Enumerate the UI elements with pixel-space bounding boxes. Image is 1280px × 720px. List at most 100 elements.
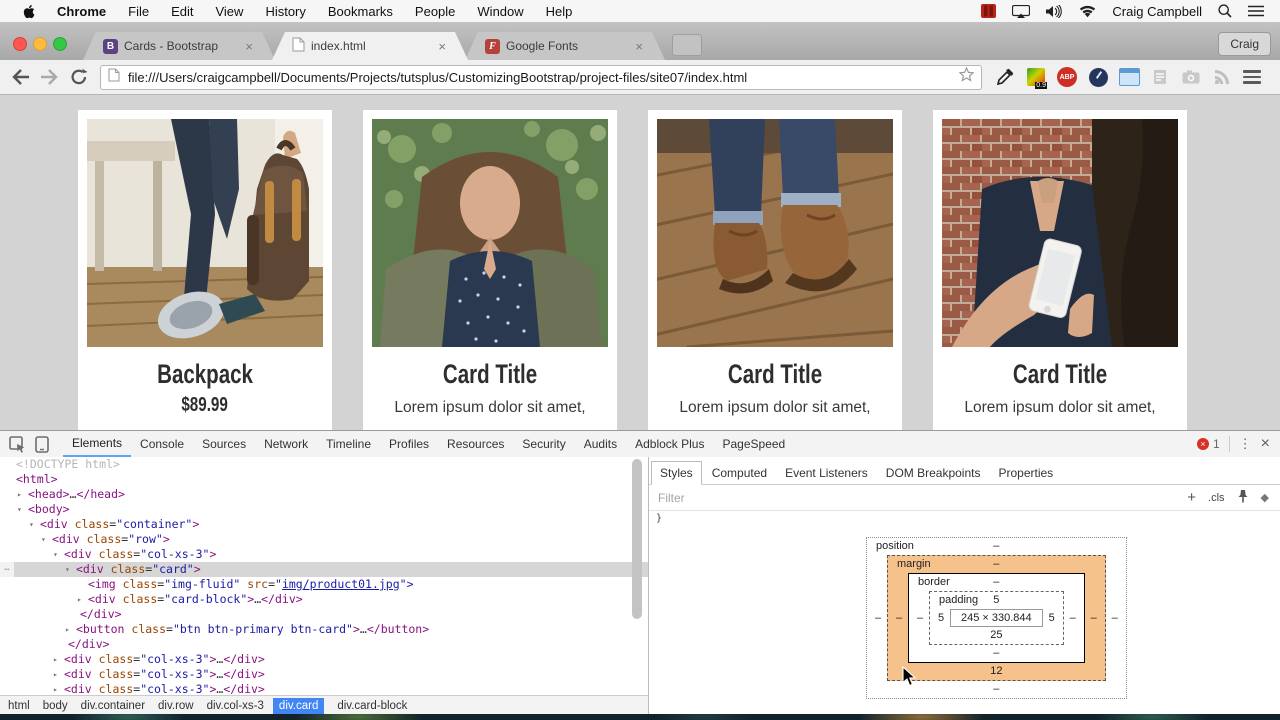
- back-button[interactable]: [10, 68, 30, 86]
- devtools-tab-network[interactable]: Network: [255, 432, 317, 456]
- expand-arrow-right-icon[interactable]: ▸: [65, 622, 70, 637]
- camera-extension-icon[interactable]: [1180, 66, 1202, 88]
- apple-menu-icon[interactable]: [22, 4, 35, 19]
- url-input[interactable]: [126, 68, 952, 86]
- expand-arrow-right-icon[interactable]: ▸: [17, 487, 22, 502]
- dom-tree-row[interactable]: … ▾ <div class="card">: [0, 562, 648, 577]
- window-zoom-button[interactable]: [53, 37, 67, 51]
- sidebar-tab-dom-breakpoints[interactable]: DOM Breakpoints: [878, 462, 989, 484]
- expand-arrow-down-icon[interactable]: ▾: [53, 547, 58, 562]
- tab-close-icon[interactable]: ×: [633, 39, 645, 54]
- expand-arrow-down-icon[interactable]: ▾: [65, 562, 70, 577]
- forward-button[interactable]: [40, 68, 60, 86]
- expand-arrow-down-icon[interactable]: ▾: [17, 502, 22, 517]
- dom-tree-row[interactable]: <html>: [0, 472, 648, 487]
- breadcrumb-div-container[interactable]: div.container: [81, 700, 145, 712]
- menu-item-window[interactable]: Window: [477, 4, 523, 19]
- breadcrumb-html[interactable]: html: [8, 700, 30, 712]
- device-toolbar-icon[interactable]: [35, 435, 49, 453]
- devtools-tab-resources[interactable]: Resources: [438, 432, 513, 456]
- document-extension-icon[interactable]: [1149, 66, 1171, 88]
- notification-center-icon[interactable]: [1248, 5, 1264, 17]
- wifi-icon[interactable]: [1079, 5, 1096, 18]
- devtools-close-icon[interactable]: ×: [1261, 435, 1270, 453]
- dom-tree-row[interactable]: ▾ <div class="col-xs-3">: [0, 547, 648, 562]
- padding-left-value[interactable]: 5: [932, 612, 950, 624]
- window-minimize-button[interactable]: [33, 37, 47, 51]
- dom-tree-row[interactable]: <!DOCTYPE html>: [0, 457, 648, 472]
- devtools-tab-adblock-plus[interactable]: Adblock Plus: [626, 432, 713, 456]
- tab-close-icon[interactable]: ×: [436, 39, 448, 54]
- spotlight-search-icon[interactable]: [1218, 4, 1232, 18]
- bookmark-star-icon[interactable]: [958, 66, 975, 87]
- menu-item-bookmarks[interactable]: Bookmarks: [328, 4, 393, 19]
- airplay-display-icon[interactable]: [1012, 4, 1031, 18]
- breadcrumb-div-card-block[interactable]: div.card-block: [337, 700, 407, 712]
- pagespeed-gauge-extension-icon[interactable]: [1087, 66, 1109, 88]
- dom-tree-row[interactable]: ▸ <div class="col-xs-3">…</div>: [0, 652, 648, 667]
- breadcrumb-body[interactable]: body: [43, 700, 68, 712]
- dom-tree-row[interactable]: ▸ <head>…</head>: [0, 487, 648, 502]
- border-top-value[interactable]: –: [993, 576, 999, 588]
- border-right-value[interactable]: –: [1064, 612, 1082, 624]
- devtools-tab-elements[interactable]: Elements: [63, 431, 132, 457]
- element-classes-toggle[interactable]: .cls: [1208, 492, 1225, 504]
- position-right-value[interactable]: –: [1106, 612, 1124, 624]
- devtools-menu-icon[interactable]: ⋮: [1239, 436, 1252, 452]
- product-card-2[interactable]: Card Title Lorem ipsum dolor sit amet,: [363, 110, 617, 430]
- new-tab-button[interactable]: [672, 34, 702, 56]
- border-left-value[interactable]: –: [911, 612, 929, 624]
- dom-tree-row[interactable]: ▸ <div class="col-xs-3">…</div>: [0, 667, 648, 682]
- sidebar-tab-computed[interactable]: Computed: [704, 462, 775, 484]
- expand-arrow-right-icon[interactable]: ▸: [53, 652, 58, 667]
- menu-item-edit[interactable]: Edit: [171, 4, 193, 19]
- breadcrumb-div-row[interactable]: div.row: [158, 700, 194, 712]
- expand-arrow-right-icon[interactable]: ▸: [53, 667, 58, 682]
- devtools-tab-audits[interactable]: Audits: [575, 432, 626, 456]
- dom-tree-row[interactable]: </div>: [0, 637, 648, 652]
- box-model-content[interactable]: 245 × 330.844: [950, 609, 1043, 627]
- devtools-tab-sources[interactable]: Sources: [193, 432, 255, 456]
- devtools-tab-console[interactable]: Console: [131, 432, 193, 456]
- window-close-button[interactable]: [13, 37, 27, 51]
- position-left-value[interactable]: –: [869, 612, 887, 624]
- screen-recording-icon[interactable]: [981, 4, 997, 18]
- reload-button[interactable]: [70, 68, 88, 86]
- menubar-username[interactable]: Craig Campbell: [1112, 4, 1202, 19]
- new-style-rule-icon[interactable]: +: [1187, 489, 1196, 506]
- menu-item-help[interactable]: Help: [546, 4, 573, 19]
- browser-tab-cards-bootstrap[interactable]: B Cards - Bootstrap ×: [83, 32, 275, 60]
- profile-button[interactable]: Craig: [1218, 32, 1271, 56]
- dom-tree-row[interactable]: ▸ <div class="card-block">…</div>: [0, 592, 648, 607]
- menu-item-view[interactable]: View: [215, 4, 243, 19]
- menu-item-chrome[interactable]: Chrome: [57, 4, 106, 19]
- browser-tab-index-html[interactable]: index.html ×: [272, 32, 468, 60]
- volume-icon[interactable]: [1046, 4, 1063, 18]
- adblock-plus-extension-icon[interactable]: ABP: [1056, 66, 1078, 88]
- dom-tree-row[interactable]: ▸ <button class="btn btn-primary btn-card…: [0, 622, 648, 637]
- expand-arrow-down-icon[interactable]: ▾: [29, 517, 34, 532]
- expand-arrow-down-icon[interactable]: ▾: [41, 532, 46, 547]
- sidebar-tab-properties[interactable]: Properties: [990, 462, 1061, 484]
- margin-left-value[interactable]: –: [890, 612, 908, 624]
- devtools-tab-profiles[interactable]: Profiles: [380, 432, 438, 456]
- expand-arrow-right-icon[interactable]: ▸: [77, 592, 82, 607]
- dom-tree-row[interactable]: </div>: [0, 607, 648, 622]
- expand-arrow-right-icon[interactable]: ▸: [53, 682, 58, 695]
- sidebar-tab-event-listeners[interactable]: Event Listeners: [777, 462, 876, 484]
- devtools-tab-pagespeed[interactable]: PageSpeed: [713, 432, 794, 456]
- styles-filter-input[interactable]: [656, 489, 1188, 506]
- breadcrumb-div-card[interactable]: div.card: [272, 698, 325, 714]
- menu-item-people[interactable]: People: [415, 4, 455, 19]
- breadcrumb-div-col-xs-3[interactable]: div.col-xs-3: [207, 700, 264, 712]
- devtools-tab-timeline[interactable]: Timeline: [317, 432, 380, 456]
- product-card-4[interactable]: Card Title Lorem ipsum dolor sit amet,: [933, 110, 1187, 430]
- browser-tab-google-fonts[interactable]: F Google Fonts ×: [465, 32, 665, 60]
- dom-tree-row[interactable]: ▾ <body>: [0, 502, 648, 517]
- devtools-tab-security[interactable]: Security: [513, 432, 574, 456]
- product-card-backpack[interactable]: Backpack $89.99: [78, 110, 332, 430]
- margin-right-value[interactable]: –: [1085, 612, 1103, 624]
- inspect-element-icon[interactable]: [9, 435, 26, 453]
- dom-tree-row[interactable]: ▾ <div class="container">: [0, 517, 648, 532]
- address-bar[interactable]: [100, 64, 982, 90]
